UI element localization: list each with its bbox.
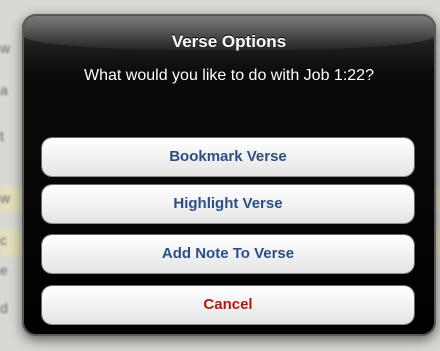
- bookmark-verse-button[interactable]: Bookmark Verse: [42, 138, 414, 176]
- background-text-fragment: t: [0, 128, 4, 144]
- highlight-verse-button[interactable]: Highlight Verse: [42, 185, 414, 223]
- cancel-button[interactable]: Cancel: [42, 286, 414, 324]
- verse-options-dialog: Verse Options What would you like to do …: [22, 14, 436, 336]
- add-note-button[interactable]: Add Note To Verse: [42, 235, 414, 273]
- background-text-fragment: d: [0, 300, 8, 316]
- background-text-fragment: a: [0, 82, 8, 98]
- background-text-fragment: e: [0, 262, 8, 278]
- background-text-fragment: c: [0, 232, 7, 248]
- background-text-fragment: w: [0, 40, 11, 56]
- dialog-message: What would you like to do with Job 1:22?: [84, 67, 374, 84]
- dialog-title: Verse Options: [171, 32, 287, 51]
- background-text-fragment: w: [0, 190, 11, 206]
